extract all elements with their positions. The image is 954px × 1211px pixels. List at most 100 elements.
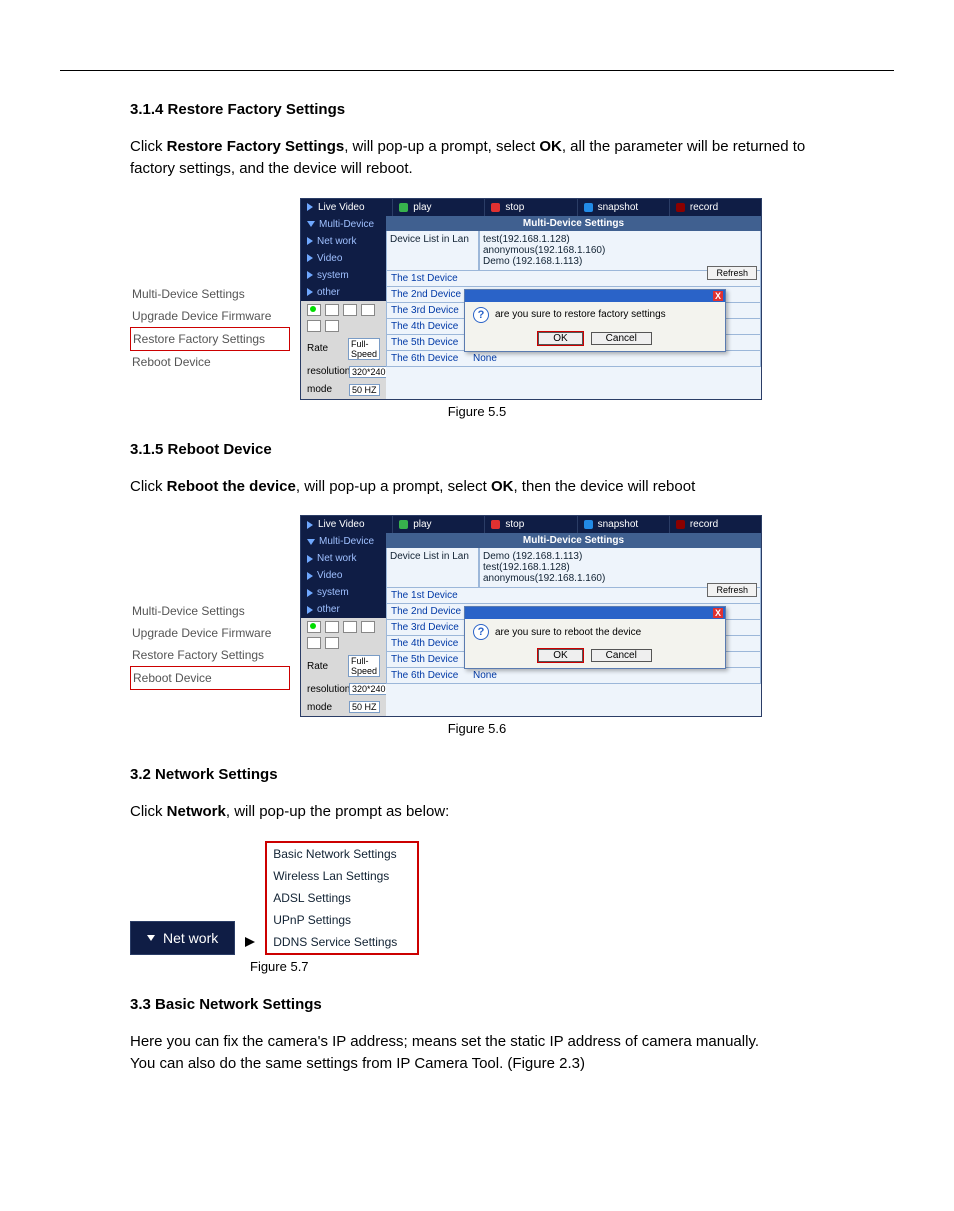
- device-slot-6[interactable]: The 6th DeviceNone: [386, 351, 761, 367]
- device-slot-6[interactable]: The 6th DeviceNone: [386, 668, 761, 684]
- menu-multi-device[interactable]: Multi-Device Settings: [130, 283, 290, 305]
- play-icon: [399, 203, 408, 212]
- side-system[interactable]: system: [301, 584, 386, 601]
- mode-select[interactable]: 50 HZ: [349, 701, 380, 713]
- stop-icon: [491, 203, 500, 212]
- device-slot-1[interactable]: The 1st Device: [386, 588, 761, 604]
- question-icon: ?: [473, 624, 489, 640]
- layout-toggles[interactable]: [301, 301, 386, 335]
- layout-1-icon[interactable]: [307, 621, 321, 633]
- tab-play[interactable]: play: [393, 199, 485, 216]
- figure-caption-5-7: Figure 5.7: [250, 959, 824, 974]
- device-list-label: Device List in Lan: [386, 231, 479, 271]
- menu-restore-factory[interactable]: Restore Factory Settings: [130, 644, 290, 666]
- layout-5-icon[interactable]: [307, 637, 321, 649]
- menu-ddns[interactable]: DDNS Service Settings: [267, 931, 417, 953]
- layout-4-icon[interactable]: [361, 304, 375, 316]
- figure-caption-5-5: Figure 5.5: [130, 404, 824, 419]
- tab-live-video[interactable]: Live Video: [301, 199, 393, 216]
- app-window-2: Live Video play stop snapshot record Mul…: [300, 515, 762, 717]
- menu-restore-factory[interactable]: Restore Factory Settings: [130, 327, 290, 351]
- tab-live-video[interactable]: Live Video: [301, 516, 393, 533]
- app-sidebar: Multi-Device Net work Video system other: [301, 216, 386, 399]
- layout-toggles[interactable]: [301, 618, 386, 652]
- rate-select[interactable]: Full-Speed: [348, 338, 380, 360]
- network-menu-button[interactable]: Net work: [130, 921, 235, 955]
- question-icon: ?: [473, 307, 489, 323]
- chevron-right-icon: [307, 254, 313, 262]
- menu-upgrade-firmware[interactable]: Upgrade Device Firmware: [130, 622, 290, 644]
- figure-5-5: Multi-Device Settings Upgrade Device Fir…: [130, 198, 824, 400]
- menu-basic-network[interactable]: Basic Network Settings: [267, 843, 417, 865]
- app-window: Live Video play stop snapshot record Mul…: [300, 198, 762, 400]
- layout-1-icon[interactable]: [307, 304, 321, 316]
- side-multi-device[interactable]: Multi-Device: [301, 533, 386, 550]
- snapshot-icon: [584, 203, 593, 212]
- layout-5-icon[interactable]: [307, 320, 321, 332]
- dialog-close-button[interactable]: X: [713, 608, 723, 618]
- menu-multi-device[interactable]: Multi-Device Settings: [130, 600, 290, 622]
- tab-record[interactable]: record: [670, 516, 761, 533]
- layout-4-icon[interactable]: [361, 621, 375, 633]
- dialog-cancel-button[interactable]: Cancel: [591, 332, 652, 345]
- dialog-message: are you sure to reboot the device: [495, 627, 641, 638]
- rate-label: Rate: [307, 661, 344, 672]
- para-basic-network: Here you can fix the camera's IP address…: [130, 1031, 824, 1075]
- chevron-right-icon: [307, 237, 313, 245]
- tab-snapshot[interactable]: snapshot: [578, 199, 670, 216]
- resolution-select[interactable]: 320*240: [349, 683, 389, 695]
- tab-record[interactable]: record: [670, 199, 761, 216]
- tab-play[interactable]: play: [393, 516, 485, 533]
- chevron-right-icon: [307, 606, 313, 614]
- tab-snapshot[interactable]: snapshot: [578, 516, 670, 533]
- layout-6-icon[interactable]: [325, 320, 339, 332]
- resolution-select[interactable]: 320*240: [349, 366, 389, 378]
- snapshot-icon: [584, 520, 593, 529]
- tab-stop[interactable]: stop: [485, 516, 577, 533]
- side-multi-device[interactable]: Multi-Device: [301, 216, 386, 233]
- confirm-dialog: X ? are you sure to restore factory sett…: [464, 289, 726, 352]
- menu-reboot-device[interactable]: Reboot Device: [130, 351, 290, 373]
- menu-wireless-lan[interactable]: Wireless Lan Settings: [267, 865, 417, 887]
- layout-2-icon[interactable]: [325, 304, 339, 316]
- system-submenu: Multi-Device Settings Upgrade Device Fir…: [130, 283, 290, 373]
- side-video[interactable]: Video: [301, 567, 386, 584]
- menu-upgrade-firmware[interactable]: Upgrade Device Firmware: [130, 305, 290, 327]
- dialog-message: are you sure to restore factory settings: [495, 309, 666, 320]
- device-slot-1[interactable]: The 1st Device: [386, 271, 761, 287]
- layout-2-icon[interactable]: [325, 621, 339, 633]
- dialog-ok-button[interactable]: OK: [538, 649, 582, 662]
- menu-adsl[interactable]: ADSL Settings: [267, 887, 417, 909]
- side-other[interactable]: other: [301, 601, 386, 618]
- side-system[interactable]: system: [301, 267, 386, 284]
- chevron-right-icon: [307, 589, 313, 597]
- dialog-header: X: [465, 607, 725, 619]
- side-video[interactable]: Video: [301, 250, 386, 267]
- dialog-close-button[interactable]: X: [713, 291, 723, 301]
- dialog-cancel-button[interactable]: Cancel: [591, 649, 652, 662]
- dialog-ok-button[interactable]: OK: [538, 332, 582, 345]
- page-divider: [60, 70, 894, 71]
- menu-upnp[interactable]: UPnP Settings: [267, 909, 417, 931]
- rate-select[interactable]: Full-Speed: [348, 655, 380, 677]
- side-network[interactable]: Net work: [301, 550, 386, 567]
- side-network[interactable]: Net work: [301, 233, 386, 250]
- record-icon: [676, 203, 685, 212]
- play-icon: [399, 520, 408, 529]
- chevron-right-icon: [307, 572, 313, 580]
- side-other[interactable]: other: [301, 284, 386, 301]
- layout-6-icon[interactable]: [325, 637, 339, 649]
- chevron-right-icon: [307, 271, 313, 279]
- app-topbar: Live Video play stop snapshot record: [301, 199, 761, 216]
- layout-3-icon[interactable]: [343, 304, 357, 316]
- refresh-button[interactable]: Refresh: [707, 583, 757, 597]
- heading-network-settings: 3.2 Network Settings: [130, 766, 824, 783]
- dialog-header: X: [465, 290, 725, 302]
- tab-stop[interactable]: stop: [485, 199, 577, 216]
- mode-select[interactable]: 50 HZ: [349, 384, 380, 396]
- layout-3-icon[interactable]: [343, 621, 357, 633]
- heading-reboot-device: 3.1.5 Reboot Device: [130, 441, 824, 458]
- menu-reboot-device[interactable]: Reboot Device: [130, 666, 290, 690]
- mode-label: mode: [307, 384, 345, 395]
- refresh-button[interactable]: Refresh: [707, 266, 757, 280]
